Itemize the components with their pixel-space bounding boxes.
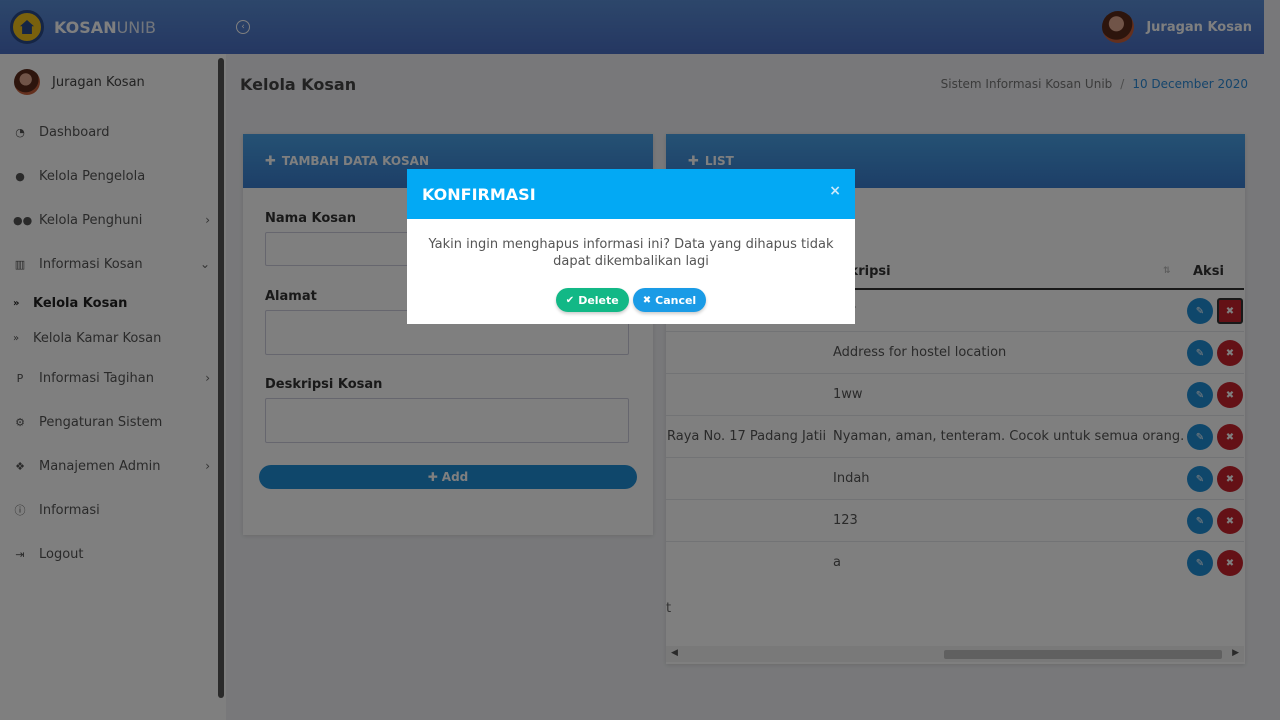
modal-actions: ✔ Delete ✖ Cancel xyxy=(407,288,855,312)
close-icon[interactable]: × xyxy=(829,183,841,199)
modal-title: KONFIRMASI xyxy=(422,184,536,204)
modal-backdrop[interactable] xyxy=(0,0,1280,720)
modal-message: Yakin ingin menghapus informasi ini? Dat… xyxy=(428,237,834,269)
confirm-delete-button[interactable]: ✔ Delete xyxy=(555,288,629,312)
cancel-button[interactable]: ✖ Cancel xyxy=(632,288,707,312)
modal-header: KONFIRMASI × xyxy=(407,169,855,219)
confirm-modal: KONFIRMASI × Yakin ingin menghapus infor… xyxy=(407,169,855,324)
check-icon: ✔ xyxy=(565,294,575,306)
times-icon: ✖ xyxy=(642,294,652,306)
